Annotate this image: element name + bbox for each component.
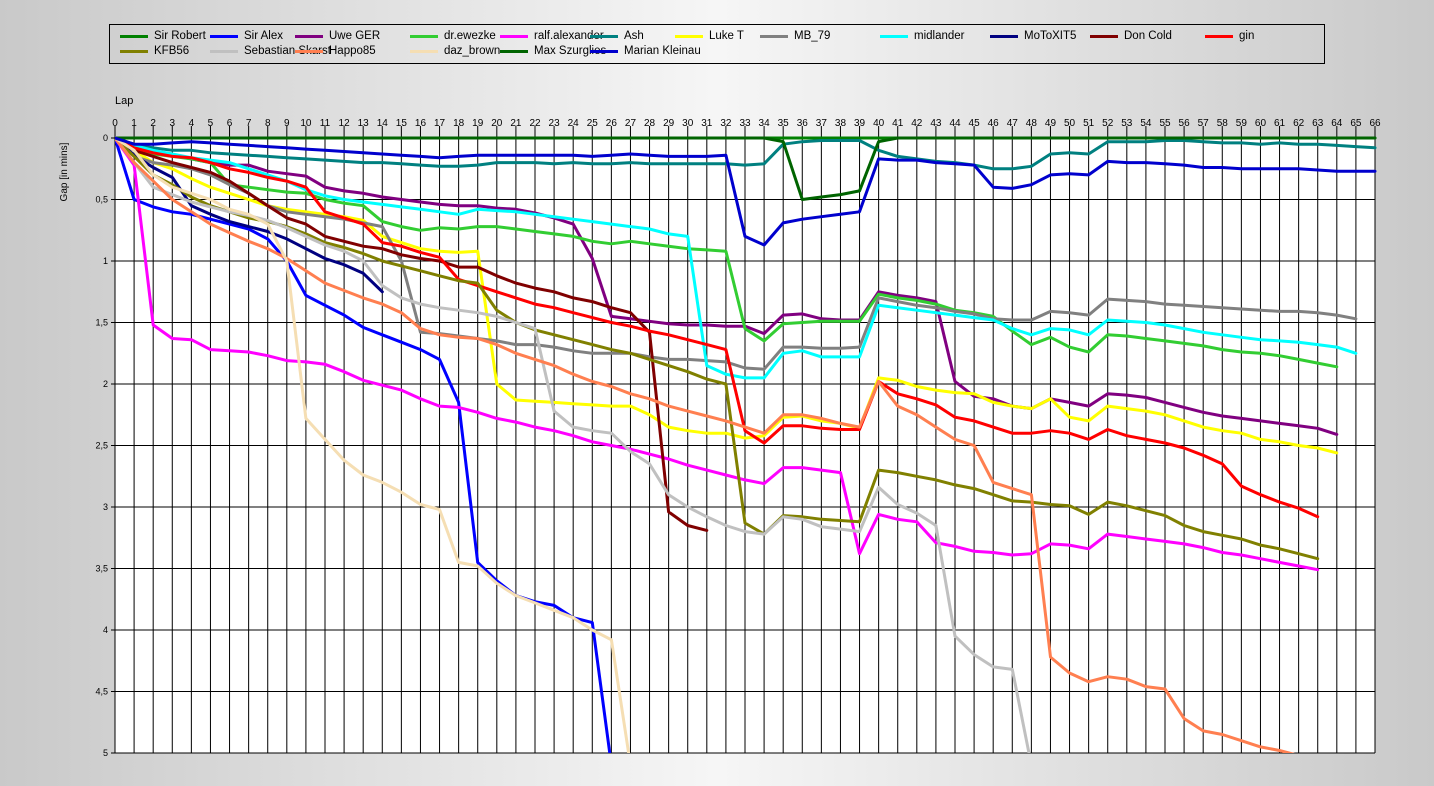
x-tick-label: 47 [1007, 118, 1019, 129]
x-tick-label: 41 [892, 118, 904, 129]
x-tick-label: 24 [568, 118, 580, 129]
x-tick-label: 50 [1064, 118, 1076, 129]
x-tick-label: 23 [549, 118, 561, 129]
x-tick-label: 31 [701, 118, 713, 129]
x-tick-label: 42 [911, 118, 923, 129]
x-tick-label: 52 [1102, 118, 1114, 129]
x-tick-label: 18 [453, 118, 465, 129]
x-tick-label: 48 [1026, 118, 1038, 129]
x-tick-label: 66 [1369, 118, 1381, 129]
x-tick-label: 19 [472, 118, 484, 129]
x-tick-label: 43 [930, 118, 942, 129]
x-tick-label: 29 [663, 118, 675, 129]
x-tick-label: 32 [720, 118, 732, 129]
x-tick-label: 44 [949, 118, 961, 129]
x-tick-label: 13 [358, 118, 370, 129]
x-tick-label: 11 [320, 118, 331, 129]
x-tick-label: 20 [491, 118, 503, 129]
x-tick-label: 58 [1217, 118, 1229, 129]
x-tick-label: 64 [1331, 118, 1343, 129]
x-tick-label: 0 [112, 118, 118, 129]
x-tick-label: 56 [1179, 118, 1191, 129]
x-tick-label: 2 [150, 118, 156, 129]
x-tick-label: 9 [284, 118, 290, 129]
y-tick-label: 0,5 [95, 195, 108, 205]
x-axis-label: Lap [115, 95, 133, 107]
x-tick-label: 40 [873, 118, 885, 129]
x-tick-label: 14 [377, 118, 389, 129]
x-tick-label: 59 [1236, 118, 1248, 129]
y-tick-label: 3,5 [95, 564, 108, 574]
x-tick-label: 62 [1293, 118, 1305, 129]
y-tick-label: 4 [103, 625, 108, 635]
x-tick-label: 37 [816, 118, 828, 129]
y-axis-label: Gap [in mins] [59, 142, 70, 201]
x-tick-label: 61 [1274, 118, 1286, 129]
y-tick-label: 2 [103, 379, 108, 389]
x-tick-label: 16 [415, 118, 427, 129]
x-tick-label: 27 [625, 118, 637, 129]
y-tick-label: 1,5 [95, 318, 108, 328]
x-tick-label: 38 [835, 118, 847, 129]
x-tick-label: 51 [1083, 118, 1095, 129]
x-tick-label: 8 [265, 118, 271, 129]
x-tick-label: 65 [1350, 118, 1362, 129]
x-tick-label: 10 [300, 118, 312, 129]
x-tick-label: 3 [169, 118, 175, 129]
x-tick-label: 4 [189, 118, 195, 129]
gap-chart: Lap Gap [in mins] 0 1 2 3 4 5 6 7 8 9 10 11 12 13 14 15… [59, 95, 1381, 758]
y-tick-label: 5 [103, 748, 108, 758]
x-tick-label: 53 [1121, 118, 1133, 129]
x-tick-label: 33 [739, 118, 751, 129]
x-tick-label: 6 [227, 118, 233, 129]
x-tick-label: 46 [988, 118, 1000, 129]
y-tick-label: 1 [103, 256, 108, 266]
x-tick-label: 28 [644, 118, 656, 129]
x-tick-label: 45 [969, 118, 981, 129]
x-tick-label: 22 [529, 118, 541, 129]
x-tick-label: 63 [1312, 118, 1324, 129]
x-tick-label: 26 [606, 118, 618, 129]
x-tick-label: 12 [339, 118, 351, 129]
x-tick-label: 1 [131, 118, 137, 129]
x-tick-label: 25 [587, 118, 599, 129]
x-tick-label: 34 [759, 118, 771, 129]
x-tick-label: 49 [1045, 118, 1057, 129]
x-tick-label: 39 [854, 118, 866, 129]
x-tick-label: 35 [778, 118, 790, 129]
y-tick-label: 2,5 [95, 441, 108, 451]
x-tick-label: 5 [208, 118, 214, 129]
x-tick-label: 15 [396, 118, 408, 129]
x-tick-label: 36 [797, 118, 809, 129]
x-tick-label: 30 [682, 118, 694, 129]
y-tick-label: 3 [103, 502, 108, 512]
x-tick-label: 21 [510, 118, 522, 129]
x-tick-label: 57 [1198, 118, 1210, 129]
y-tick-label: 0 [103, 133, 108, 143]
x-tick-label: 55 [1159, 118, 1171, 129]
x-tick-label: 17 [434, 118, 446, 129]
x-tick-label: 7 [246, 118, 252, 129]
x-tick-label: 60 [1255, 118, 1267, 129]
x-tick-label: 54 [1140, 118, 1152, 129]
y-tick-label: 4,5 [95, 687, 108, 697]
